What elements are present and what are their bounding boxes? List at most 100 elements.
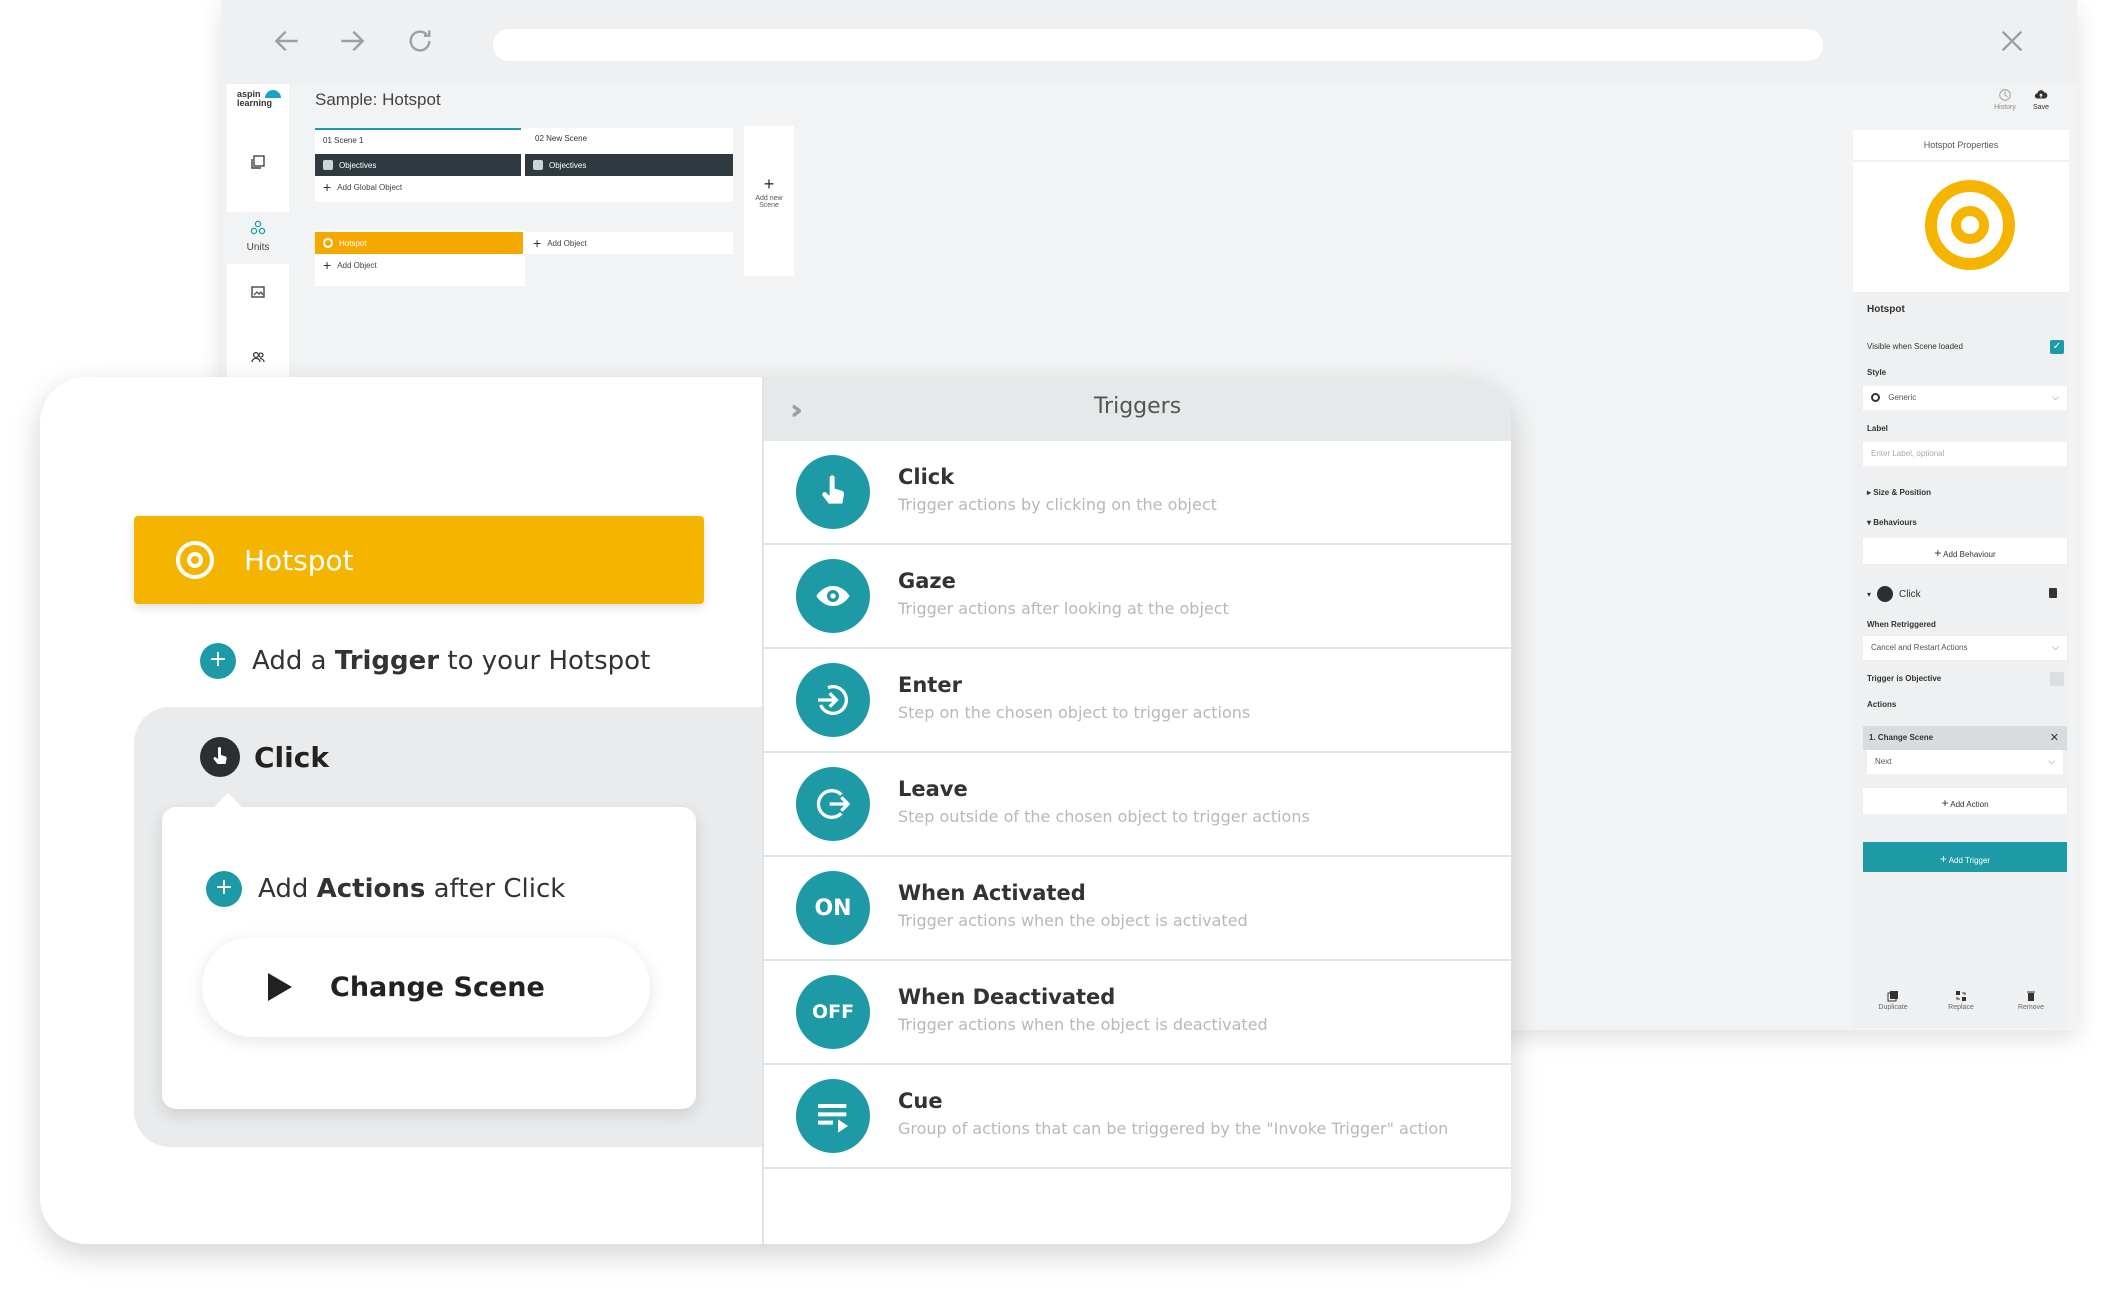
change-scene-action[interactable]: Change Scene: [202, 937, 650, 1037]
click-trigger-title: Click: [254, 740, 329, 774]
add-trigger-suffix: to your Hotspot: [447, 646, 651, 676]
trigger-objective-checkbox[interactable]: [2050, 672, 2064, 686]
add-trigger-button[interactable]: + Add Trigger: [1863, 842, 2067, 872]
folder-image-icon: [251, 286, 265, 298]
plus-icon: +: [1939, 852, 1947, 866]
objectives-icon: [533, 160, 543, 170]
remove-button[interactable]: Remove: [2001, 990, 2061, 1011]
save-label: Save: [2033, 104, 2049, 111]
style-label: Style: [1867, 368, 1887, 377]
add-new-scene-button[interactable]: + Add new Scene: [744, 126, 794, 276]
objectives-object-2[interactable]: Objectives: [525, 154, 733, 176]
trigger-name: Enter: [898, 673, 962, 697]
hotspot-banner[interactable]: Hotspot: [134, 516, 704, 604]
sidebar-item-media[interactable]: [227, 284, 289, 304]
click-trigger-panel: Click + Add Actions after Click Change S…: [134, 707, 804, 1147]
add-object-label-1: Add Object: [337, 260, 377, 270]
tab-scene-1[interactable]: 01 Scene 1: [315, 128, 521, 148]
trigger-item-leave[interactable]: Leave Step outside of the chosen object …: [764, 753, 1511, 857]
project-title: Sample: Hotspot: [315, 90, 441, 109]
leave-icon: [796, 767, 870, 841]
plus-circle-icon: +: [206, 871, 242, 907]
plus-icon: +: [763, 174, 775, 194]
forward-button[interactable]: [331, 20, 373, 62]
action-1-value: Next: [1875, 757, 1892, 766]
triggers-list-panel: ›› Triggers Click Trigger actions by cli…: [764, 377, 1511, 1244]
objectives-object-1[interactable]: Objectives: [315, 154, 521, 176]
behaviours-section[interactable]: ▾ Behaviours: [1867, 518, 1917, 527]
visible-checkbox[interactable]: ✓: [2050, 340, 2064, 354]
back-button[interactable]: [266, 20, 308, 62]
duplicate-button[interactable]: Duplicate: [1863, 990, 1923, 1011]
eye-icon: [796, 559, 870, 633]
label-input[interactable]: Enter Label, optional: [1863, 442, 2067, 466]
add-action-label: Add Action: [1950, 800, 1989, 809]
trigger-description: Step outside of the chosen object to tri…: [898, 807, 1310, 826]
target-small-icon: [1871, 393, 1880, 403]
plus-icon: +: [323, 179, 332, 195]
address-bar[interactable]: [493, 29, 1823, 61]
add-action-button[interactable]: + Add Action: [1863, 788, 2067, 814]
action-item-change-scene[interactable]: 1. Change Scene ✕: [1863, 726, 2067, 750]
replace-button[interactable]: Replace: [1931, 990, 1991, 1011]
trigger-item-cue[interactable]: Cue Group of actions that can be trigger…: [764, 1065, 1511, 1169]
reload-icon: [409, 30, 431, 52]
add-actions-text: Add Actions after Click: [258, 874, 565, 904]
chevron-down-icon: ⌵: [2052, 642, 2059, 652]
hotspot-icon: [323, 238, 333, 248]
close-icon[interactable]: ✕: [2050, 731, 2059, 744]
add-trigger-label: Add Trigger: [1948, 856, 1991, 865]
trigger-description: Trigger actions by clicking on the objec…: [898, 495, 1217, 514]
sidebar-item-units[interactable]: Units: [227, 212, 289, 264]
scene-columns-top: 01 Scene 1 02 New Scene Objectives Objec…: [315, 128, 733, 202]
add-object-button-1[interactable]: + Add Object: [323, 258, 377, 272]
users-icon: [251, 351, 265, 363]
trigger-item-gaze[interactable]: Gaze Trigger actions after looking at th…: [764, 545, 1511, 649]
add-actions-prompt[interactable]: + Add Actions after Click: [206, 871, 565, 907]
trash-icon[interactable]: [2049, 588, 2057, 598]
add-behaviour-button[interactable]: + Add Behaviour: [1863, 538, 2067, 564]
add-object-button-2[interactable]: + Add Object: [533, 235, 587, 251]
trigger-name: When Deactivated: [898, 985, 1116, 1009]
add-global-object-button[interactable]: + Add Global Object: [323, 179, 402, 195]
trigger-item-click[interactable]: Click Trigger actions by clicking on the…: [764, 441, 1511, 545]
trigger-item-when-deactivated[interactable]: OFF When Deactivated Trigger actions whe…: [764, 961, 1511, 1065]
close-window-button[interactable]: [1991, 20, 2033, 62]
sidebar-item-library[interactable]: [227, 154, 289, 174]
library-icon: [251, 155, 265, 169]
click-trigger-header[interactable]: ▾ Click: [1867, 586, 1921, 602]
hotspot-object[interactable]: Hotspot: [315, 232, 523, 254]
trigger-description: Trigger actions after looking at the obj…: [898, 599, 1229, 618]
action-1-target-select[interactable]: Next ⌵: [1867, 750, 2063, 774]
when-retriggered-select[interactable]: Cancel and Restart Actions ⌵: [1863, 636, 2067, 660]
scene-2-objects: + Add Object: [525, 232, 733, 254]
add-behaviour-label: Add Behaviour: [1943, 550, 1996, 559]
off-badge-icon: OFF: [796, 975, 870, 1049]
reload-button[interactable]: [399, 20, 441, 62]
arrow-left-icon: [274, 30, 298, 52]
save-button[interactable]: Save: [2021, 88, 2061, 111]
trigger-name: When Activated: [898, 881, 1086, 905]
hand-pointer-icon: [796, 455, 870, 529]
hand-pointer-icon: [1877, 586, 1894, 602]
trash-icon: [2027, 991, 2035, 1001]
aspin-logo: aspin learning: [237, 90, 285, 116]
size-position-section[interactable]: ▸ Size & Position: [1867, 488, 1931, 497]
replace-icon: [1956, 991, 1966, 1001]
hotspot-target-icon: [176, 541, 214, 579]
logo-line-2: learning: [237, 98, 273, 108]
trigger-item-enter[interactable]: Enter Step on the chosen object to trigg…: [764, 649, 1511, 753]
tab-scene-2[interactable]: 02 New Scene: [527, 128, 733, 148]
units-icon: [250, 220, 266, 235]
trigger-item-when-activated[interactable]: ON When Activated Trigger actions when t…: [764, 857, 1511, 961]
style-select[interactable]: Generic ⌵: [1863, 386, 2067, 410]
trigger-description: Step on the chosen object to trigger act…: [898, 703, 1251, 722]
replace-label: Replace: [1948, 1004, 1974, 1011]
add-trigger-prompt[interactable]: + Add a Trigger to your Hotspot: [200, 643, 650, 679]
history-button[interactable]: History: [1985, 88, 2025, 111]
click-trigger-header[interactable]: Click: [200, 737, 329, 777]
plus-icon: +: [533, 235, 542, 251]
sidebar-units-label: Units: [246, 242, 270, 253]
sidebar-item-users[interactable]: [227, 349, 289, 369]
hotspot-target-icon: [1925, 180, 2015, 270]
